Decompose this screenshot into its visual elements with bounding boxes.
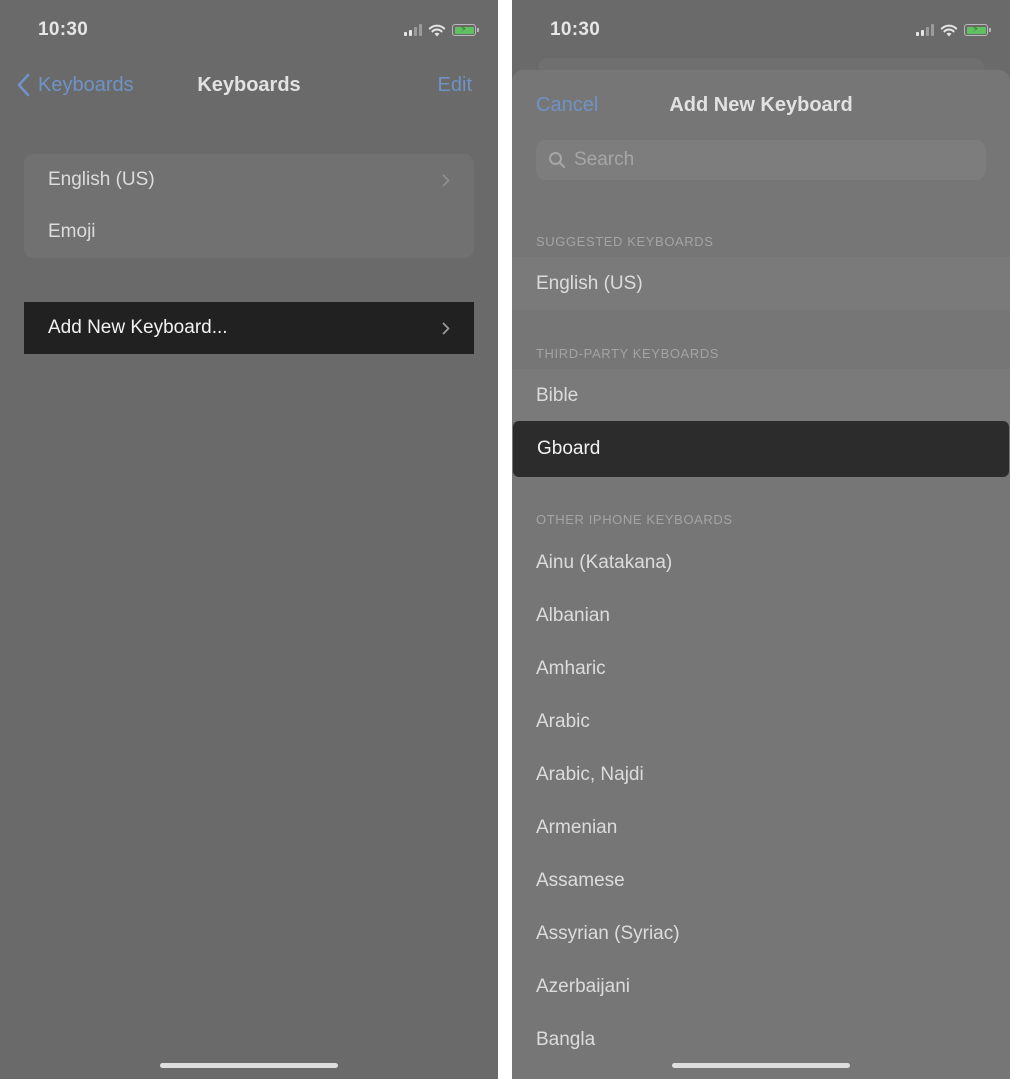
status-time: 10:30 (38, 19, 89, 40)
cellular-signal-icon (916, 24, 934, 36)
keyboard-option-assamese[interactable]: Assamese (512, 854, 1010, 907)
add-new-keyboard-screen: 10:30 ⚡ Cancel Add New Keyboard Search S… (512, 0, 1010, 1079)
section-header-other: OTHER IPHONE KEYBOARDS (536, 512, 733, 527)
keyboard-option-ainu-katakana[interactable]: Ainu (Katakana) (512, 536, 1010, 589)
keyboard-option-english-us[interactable]: English (US) (512, 257, 1010, 310)
wifi-icon (940, 24, 958, 37)
keyboard-option-label: Ainu (Katakana) (536, 551, 673, 573)
chevron-right-icon (442, 174, 450, 187)
home-indicator[interactable] (672, 1063, 850, 1068)
keyboard-option-label: Bible (536, 384, 579, 406)
status-icons: ⚡ (916, 22, 991, 38)
keyboard-option-label: Bangla (536, 1028, 596, 1050)
keyboard-option-amharic[interactable]: Amharic (512, 642, 1010, 695)
add-new-keyboard-label: Add New Keyboard... (48, 317, 228, 338)
chevron-right-icon (442, 322, 450, 335)
keyboards-screen: 10:30 ⚡ Keyboards Keyboards Edit English… (0, 0, 498, 1079)
search-icon (549, 152, 565, 168)
keyboard-row-emoji[interactable]: Emoji (24, 206, 474, 258)
page-title: Keyboards (197, 74, 301, 96)
search-placeholder: Search (574, 149, 635, 170)
keyboard-option-arabic-najdi[interactable]: Arabic, Najdi (512, 748, 1010, 801)
status-bar: 10:30 ⚡ (512, 0, 1010, 58)
cellular-signal-icon (404, 24, 422, 36)
sheet-title: Add New Keyboard (669, 94, 853, 116)
keyboard-option-label: Assyrian (Syriac) (536, 922, 680, 944)
battery-charging-icon: ⚡ (964, 24, 991, 36)
keyboard-option-label: Assamese (536, 869, 625, 891)
search-field[interactable]: Search (536, 140, 986, 180)
section-header-third-party: THIRD-PARTY KEYBOARDS (536, 346, 720, 361)
edit-button[interactable]: Edit (438, 74, 472, 97)
keyboard-option-label: Gboard (537, 438, 601, 459)
keyboard-option-label: Albanian (536, 604, 610, 626)
keyboard-row-label: English (US) (48, 169, 155, 190)
keyboard-option-label: English (US) (536, 272, 643, 294)
status-bar: 10:30 ⚡ (0, 0, 498, 58)
keyboard-option-bangla[interactable]: Bangla (512, 1013, 1010, 1066)
keyboard-option-label: Amharic (536, 657, 606, 679)
section-header-suggested: SUGGESTED KEYBOARDS (536, 234, 714, 249)
keyboard-option-arabic[interactable]: Arabic (512, 695, 1010, 748)
keyboard-option-label: Armenian (536, 816, 618, 838)
status-icons: ⚡ (404, 22, 479, 38)
keyboard-row-label: Emoji (48, 221, 96, 242)
keyboard-option-albanian[interactable]: Albanian (512, 589, 1010, 642)
keyboards-list: English (US) Emoji (24, 154, 474, 258)
add-new-keyboard-button[interactable]: Add New Keyboard... (24, 302, 474, 354)
keyboard-option-armenian[interactable]: Armenian (512, 801, 1010, 854)
add-keyboard-sheet: Cancel Add New Keyboard Search SUGGESTED… (512, 70, 1010, 1079)
keyboard-option-gboard[interactable]: Gboard (513, 421, 1009, 477)
keyboard-option-label: Arabic, Najdi (536, 763, 644, 785)
home-indicator[interactable] (160, 1063, 338, 1068)
keyboard-option-azerbaijani[interactable]: Azerbaijani (512, 960, 1010, 1013)
keyboard-option-label: Azerbaijani (536, 975, 630, 997)
keyboard-option-assyrian-syriac[interactable]: Assyrian (Syriac) (512, 907, 1010, 960)
status-time: 10:30 (550, 19, 601, 40)
keyboard-option-bible[interactable]: Bible (512, 369, 1010, 422)
keyboard-row-english-us[interactable]: English (US) (24, 154, 474, 206)
wifi-icon (428, 24, 446, 37)
keyboard-option-label: Arabic (536, 710, 590, 732)
battery-charging-icon: ⚡ (452, 24, 479, 36)
